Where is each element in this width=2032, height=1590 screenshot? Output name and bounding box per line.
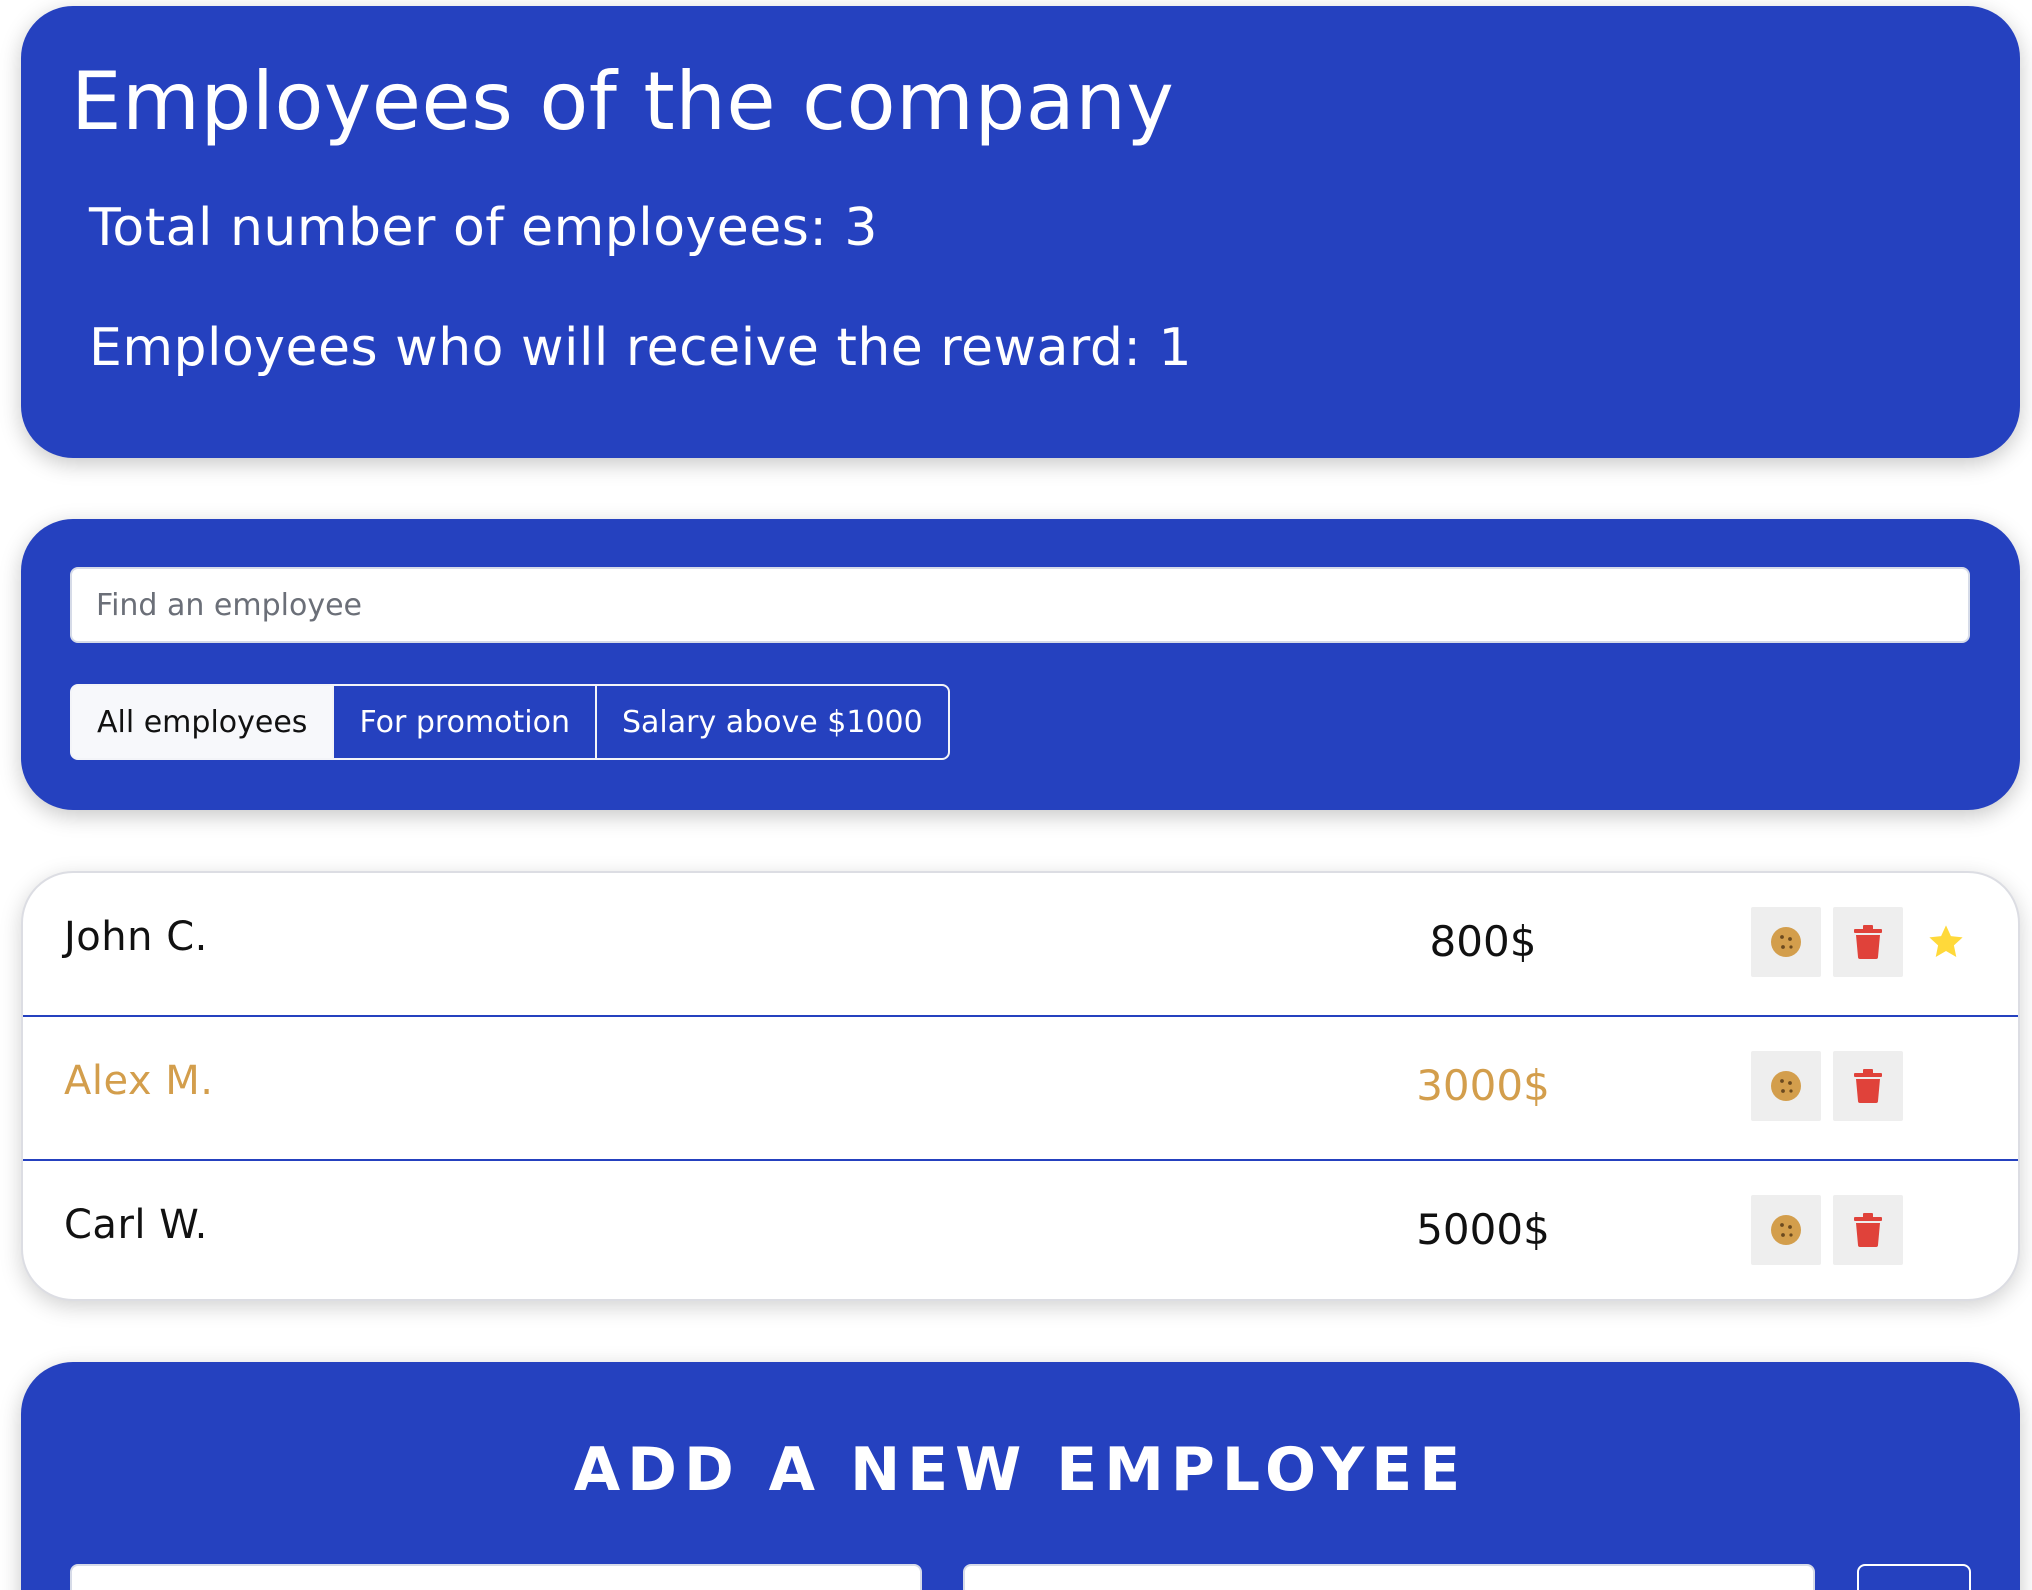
delete-button[interactable] [1833, 907, 1903, 977]
filter-all-button[interactable]: All employees [70, 684, 335, 760]
increase-button[interactable] [1751, 1051, 1821, 1121]
employee-list: John C. 800$ Alex M. 3000$ Carl W. 5000$ [21, 871, 2020, 1301]
employee-name[interactable]: Alex M. [64, 1061, 214, 1101]
employee-salary[interactable]: 5000$ [1323, 1209, 1643, 1251]
employee-row-2: Carl W. 5000$ [23, 1161, 2018, 1299]
search-panel: All employees For promotion Salary above… [21, 519, 2020, 810]
search-input[interactable] [70, 567, 1970, 643]
employee-name[interactable]: Carl W. [64, 1205, 208, 1245]
page-title: Employees of the company [71, 55, 1175, 148]
trash-icon [1854, 925, 1882, 959]
employee-row-0: John C. 800$ [23, 873, 2018, 1017]
cookie-icon [1771, 1215, 1801, 1245]
app-info-panel: Employees of the company Total number of… [21, 6, 2020, 458]
filter-salary-button[interactable]: Salary above $1000 [594, 684, 950, 760]
star-icon [1929, 925, 1963, 958]
employee-name[interactable]: John C. [64, 917, 208, 957]
total-employees-text: Total number of employees: 3 [89, 198, 878, 258]
add-employee-panel: ADD A NEW EMPLOYEE [21, 1362, 2020, 1590]
employee-salary[interactable]: 3000$ [1323, 1065, 1643, 1107]
employee-salary[interactable]: 800$ [1323, 921, 1643, 963]
cookie-icon [1771, 1071, 1801, 1101]
reward-employees-text: Employees who will receive the reward: 1 [89, 318, 1193, 378]
delete-button[interactable] [1833, 1195, 1903, 1265]
new-employee-name-input[interactable] [70, 1564, 922, 1590]
trash-icon [1854, 1069, 1882, 1103]
filter-button-group: All employees For promotion Salary above… [70, 684, 950, 760]
add-employee-title: ADD A NEW EMPLOYEE [573, 1435, 1468, 1505]
cookie-icon [1771, 927, 1801, 957]
employee-row-1: Alex M. 3000$ [23, 1017, 2018, 1161]
increase-button[interactable] [1751, 907, 1821, 977]
new-employee-salary-input[interactable] [963, 1564, 1815, 1590]
increase-button[interactable] [1751, 1195, 1821, 1265]
delete-button[interactable] [1833, 1051, 1903, 1121]
app-root: Employees of the company Total number of… [0, 0, 2032, 1590]
filter-promotion-button[interactable]: For promotion [332, 684, 597, 760]
add-employee-submit-button[interactable] [1857, 1564, 1971, 1590]
trash-icon [1854, 1213, 1882, 1247]
